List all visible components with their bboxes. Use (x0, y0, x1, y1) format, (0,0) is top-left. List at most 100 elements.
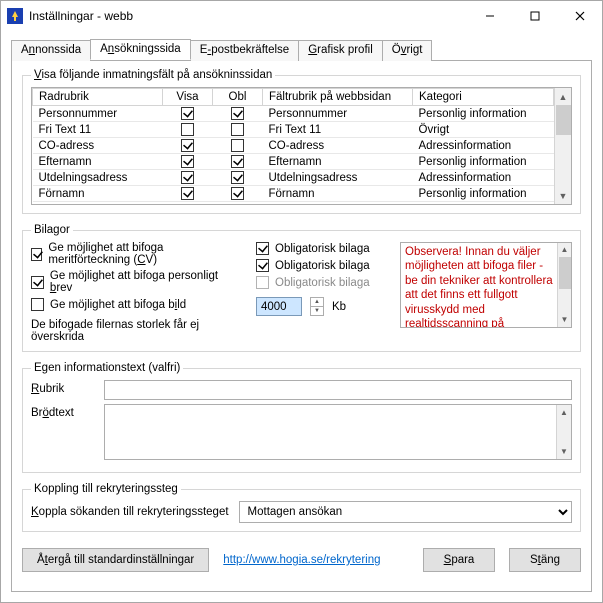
koppling-fieldset: Koppling till rekryteringssteg Koppla sö… (22, 483, 581, 532)
scroll-down-icon[interactable]: ▼ (555, 187, 571, 204)
fields-fieldset: Visa följande inmatningsfält på ansöknin… (22, 69, 581, 214)
cb-bild[interactable]: Ge möjlighet att bifoga bild (31, 298, 242, 311)
cell-obl[interactable] (213, 170, 263, 186)
cell-radrubrik: Utdelningsadress (33, 170, 163, 186)
tab-page: Visa följande inmatningsfält på ansöknin… (11, 61, 592, 592)
table-row[interactable]: Fri Text 11Fri Text 11Övrigt (33, 122, 554, 138)
koppling-legend: Koppling till rekryteringssteg (31, 483, 181, 495)
col-obl[interactable]: Obl (213, 89, 263, 106)
checkbox-icon[interactable] (181, 139, 194, 152)
cell-visa[interactable] (163, 170, 213, 186)
checkbox-icon[interactable] (256, 259, 269, 272)
spin-down-icon[interactable]: ▼ (311, 307, 323, 315)
cb-obl-brev[interactable]: Obligatorisk bilaga (256, 259, 386, 272)
tab-ansokningssida[interactable]: Ansökningssida (90, 39, 191, 60)
cell-obl[interactable] (213, 106, 263, 122)
tab-annonssida[interactable]: Annonssida (11, 40, 91, 61)
brodtext-scrollbar[interactable]: ▲ ▼ (556, 405, 571, 459)
scroll-thumb[interactable] (556, 105, 571, 135)
checkbox-icon[interactable] (256, 242, 269, 255)
cell-radrubrik: Förnamn (33, 186, 163, 202)
col-visa[interactable]: Visa (163, 89, 213, 106)
maximize-button[interactable] (512, 2, 557, 31)
save-button[interactable]: Spara (423, 548, 495, 572)
cell-obl[interactable] (213, 138, 263, 154)
cell-visa[interactable] (163, 122, 213, 138)
cell-faltrubrik: Utdelningsadress (263, 170, 413, 186)
fields-grid: Radrubrik Visa Obl Fältrubrik på webbsid… (31, 87, 572, 205)
brodtext-input[interactable]: ▲ ▼ (104, 404, 572, 460)
cb-cv-label: Ge möjlighet att bifoga meritförteckning… (48, 242, 242, 266)
table-row[interactable]: PersonnummerPersonnummerPersonlig inform… (33, 106, 554, 122)
cell-kategori: Adressinformation (413, 138, 554, 154)
cell-faltrubrik: CO-adress (263, 138, 413, 154)
cell-faltrubrik: Efternamn (263, 154, 413, 170)
fields-table[interactable]: Radrubrik Visa Obl Fältrubrik på webbsid… (32, 88, 554, 204)
table-row[interactable]: UtdelningsadressUtdelningsadressAdressin… (33, 170, 554, 186)
scroll-up-icon[interactable]: ▲ (555, 88, 571, 105)
table-row[interactable]: EfternamnEfternamnPersonlig information (33, 154, 554, 170)
cb-cv[interactable]: Ge möjlighet att bifoga meritförteckning… (31, 242, 242, 266)
tab-epostbekraftelse[interactable]: E-postbekräftelse (190, 40, 300, 61)
tab-bar: Annonssida Ansökningssida E-postbekräfte… (11, 39, 592, 61)
cell-radrubrik: Fri Text 11 (33, 122, 163, 138)
checkbox-icon[interactable] (231, 123, 244, 136)
reset-button[interactable]: Återgå till standardinställningar (22, 548, 209, 572)
close-dialog-button[interactable]: Stäng (509, 548, 581, 572)
close-button[interactable] (557, 2, 602, 31)
table-row[interactable]: FörnamnFörnamnPersonlig information (33, 186, 554, 202)
table-row[interactable]: CO-adressCO-adressAdressinformation (33, 138, 554, 154)
scroll-down-icon[interactable]: ▼ (558, 313, 571, 327)
spin-up-icon[interactable]: ▲ (311, 298, 323, 307)
cb-obl-cv-label: Obligatorisk bilaga (275, 243, 370, 255)
checkbox-icon[interactable] (181, 187, 194, 200)
checkbox-icon[interactable] (181, 155, 194, 168)
tab-grafisk-profil[interactable]: Grafisk profil (298, 40, 383, 61)
cb-brev[interactable]: Ge möjlighet att bifoga personligt brev (31, 270, 242, 294)
tab-ovrigt[interactable]: Övrigt (382, 40, 433, 61)
koppling-select[interactable]: Mottagen ansökan (239, 501, 572, 523)
settings-window: Inställningar - webb Annonssida Ansöknin… (0, 0, 603, 603)
scroll-up-icon[interactable]: ▲ (558, 243, 571, 257)
cell-visa[interactable] (163, 106, 213, 122)
checkbox-icon[interactable] (231, 107, 244, 120)
checkbox-icon[interactable] (231, 139, 244, 152)
checkbox-icon[interactable] (181, 123, 194, 136)
help-link[interactable]: http://www.hogia.se/rekrytering (223, 554, 380, 566)
size-spinner[interactable]: ▲▼ (310, 297, 324, 316)
checkbox-icon[interactable] (231, 171, 244, 184)
cell-visa[interactable] (163, 186, 213, 202)
minimize-button[interactable] (467, 2, 512, 31)
cb-obl-cv[interactable]: Obligatorisk bilaga (256, 242, 386, 255)
rubrik-label: Rubrik (31, 380, 96, 395)
cell-obl[interactable] (213, 186, 263, 202)
checkbox-icon[interactable] (231, 155, 244, 168)
checkbox-icon[interactable] (181, 107, 194, 120)
cell-radrubrik: Efternamn (33, 154, 163, 170)
cell-kategori: Personlig information (413, 154, 554, 170)
col-kategori[interactable]: Kategori (413, 89, 554, 106)
bottom-bar: Återgå till standardinställningar http:/… (22, 542, 581, 572)
cell-kategori: Övrigt (413, 122, 554, 138)
window-controls (467, 2, 602, 31)
checkbox-icon[interactable] (31, 276, 44, 289)
col-radrubrik[interactable]: Radrubrik (33, 89, 163, 106)
checkbox-icon[interactable] (181, 171, 194, 184)
checkbox-icon[interactable] (31, 248, 42, 261)
cell-obl[interactable] (213, 122, 263, 138)
info-fieldset: Egen informationstext (valfri) Rubrik Br… (22, 362, 581, 473)
col-faltrubrik[interactable]: Fältrubrik på webbsidan (263, 89, 413, 106)
scroll-thumb[interactable] (559, 257, 571, 289)
warning-scrollbar[interactable]: ▲ ▼ (557, 243, 571, 327)
window-title: Inställningar - webb (29, 9, 467, 23)
cell-obl[interactable] (213, 154, 263, 170)
checkbox-icon[interactable] (231, 187, 244, 200)
rubrik-input[interactable] (104, 380, 572, 400)
cell-visa[interactable] (163, 154, 213, 170)
fields-scrollbar[interactable]: ▲ ▼ (554, 88, 571, 204)
scroll-up-icon[interactable]: ▲ (557, 405, 571, 420)
checkbox-icon[interactable] (31, 298, 44, 311)
cell-visa[interactable] (163, 138, 213, 154)
size-input[interactable] (256, 297, 302, 316)
scroll-down-icon[interactable]: ▼ (557, 444, 571, 459)
